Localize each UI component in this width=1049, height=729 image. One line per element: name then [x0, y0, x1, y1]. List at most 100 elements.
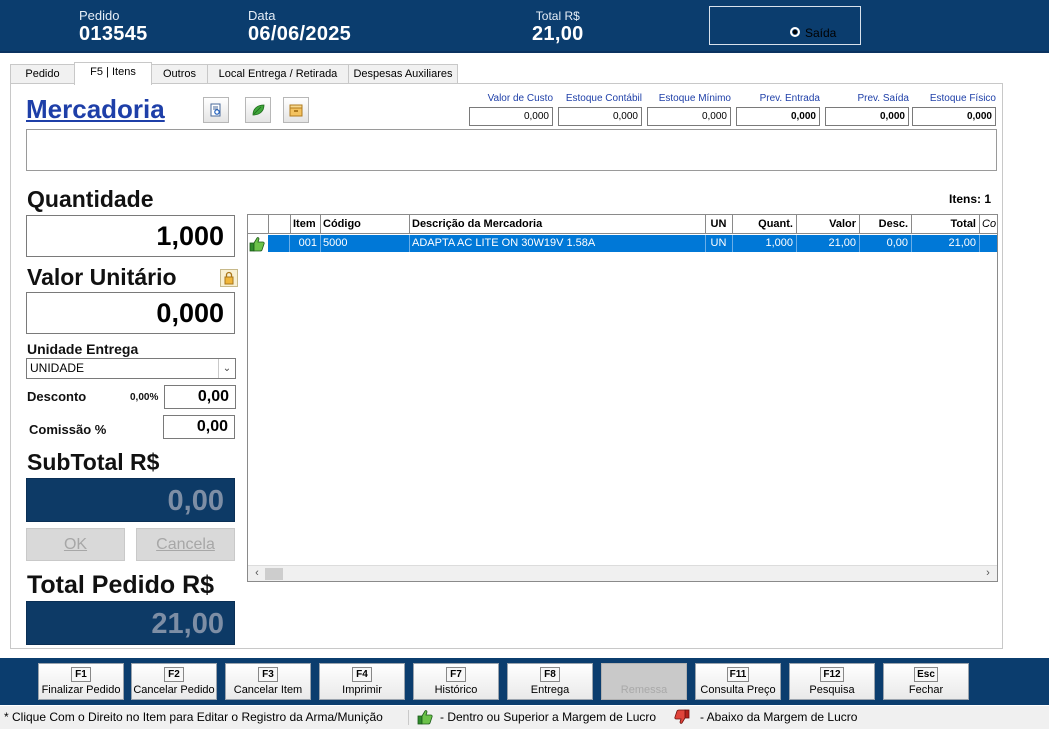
fechar-label: Fechar — [908, 684, 944, 696]
cell-total[interactable]: 21,00 — [911, 235, 980, 252]
data-value: 06/06/2025 — [248, 23, 352, 45]
estoque-fisico-value: 0,000 — [912, 107, 996, 126]
order-header: Pedido 013545 Data 06/06/2025 Total R$ 2… — [0, 0, 1049, 53]
table-row[interactable]: 001 5000 ADAPTA AC LITE ON 30W19V 1.58A … — [268, 235, 997, 252]
total-block: Total R$ 21,00 — [532, 9, 584, 45]
estoque-minimo-label: Estoque Mínimo — [658, 93, 731, 104]
finalizar-pedido-button[interactable]: F1 Finalizar Pedido — [38, 663, 124, 700]
prev-saida-value: 0,000 — [825, 107, 909, 126]
cell-valor[interactable]: 21,00 — [796, 235, 860, 252]
pedido-label: Pedido — [79, 8, 120, 23]
cancelar-item-button[interactable]: F3 Cancelar Item — [225, 663, 311, 700]
key-f11: F11 — [726, 667, 750, 682]
legend-below-margin: - Abaixo da Margem de Lucro — [700, 710, 858, 724]
prev-entrada-value: 0,000 — [736, 107, 820, 126]
col-descricao[interactable]: Descrição da Mercadoria — [409, 215, 706, 234]
items-panel: Mercadoria Valor de Custo 0,000 Estoque … — [10, 83, 1003, 649]
col-desc[interactable]: Desc. — [859, 215, 912, 234]
tab-pedido[interactable]: Pedido — [10, 64, 75, 84]
key-esc: Esc — [914, 667, 938, 682]
col-codigo[interactable]: Código — [320, 215, 410, 234]
fechar-button[interactable]: Esc Fechar — [883, 663, 969, 700]
chevron-left-icon[interactable]: ‹ — [250, 566, 264, 581]
estoque-minimo-group: Estoque Mínimo — [647, 93, 731, 104]
cell-co[interactable] — [979, 235, 997, 252]
lock-icon[interactable] — [220, 269, 238, 287]
col-co[interactable]: Co — [979, 215, 997, 234]
quantidade-input[interactable]: 1,000 — [26, 215, 235, 257]
consulta-preco-button[interactable]: F11 Consulta Preço — [695, 663, 781, 700]
unidade-entrega-label: Unidade Entrega — [27, 341, 139, 357]
imprimir-label: Imprimir — [342, 684, 382, 696]
cell-item[interactable]: 001 — [290, 235, 321, 252]
data-label: Data — [248, 8, 276, 23]
remessa-button[interactable]: Remessa — [601, 663, 687, 700]
saida-radio[interactable] — [790, 27, 800, 37]
pesquisa-button[interactable]: F12 Pesquisa — [789, 663, 875, 700]
entrega-button[interactable]: F8 Entrega — [507, 663, 593, 700]
cancela-button[interactable]: Cancela — [136, 528, 235, 561]
desconto-input[interactable]: 0,00 — [164, 385, 236, 409]
historico-button[interactable]: F7 Histórico — [413, 663, 499, 700]
cell-desc[interactable]: 0,00 — [859, 235, 912, 252]
pesquisa-label: Pesquisa — [809, 684, 855, 696]
data-block: Data 06/06/2025 — [248, 8, 352, 46]
horizontal-scrollbar[interactable]: ‹ › — [248, 565, 997, 581]
status-bar: * Clique Com o Direito no Item para Edit… — [0, 706, 1049, 729]
col-total[interactable]: Total — [911, 215, 980, 234]
total-pedido-value: 21,00 — [26, 601, 235, 645]
document-search-icon — [210, 103, 221, 117]
historico-label: Histórico — [434, 684, 478, 696]
valor-unitario-input[interactable]: 0,000 — [26, 292, 235, 334]
prev-entrada-label: Prev. Entrada — [759, 93, 820, 104]
col-item[interactable]: Item — [290, 215, 321, 234]
leaf-button[interactable] — [245, 97, 271, 123]
subtotal-label: SubTotal R$ — [27, 449, 160, 475]
finalizar-pedido-label: Finalizar Pedido — [41, 684, 121, 696]
grid-header: Item Código Descrição da Mercadoria UN Q… — [248, 215, 997, 234]
col-un[interactable]: UN — [705, 215, 733, 234]
function-key-bar: F1 Finalizar Pedido F2 Cancelar Pedido F… — [0, 658, 1049, 705]
saida-radio-group: Saída — [709, 6, 861, 45]
col-valor[interactable]: Valor — [796, 215, 860, 234]
estoque-contabil-label: Estoque Contábil — [565, 93, 642, 104]
tab-outros[interactable]: Outros — [151, 64, 208, 84]
subtotal-value: 0,00 — [26, 478, 235, 522]
prev-saida-label: Prev. Saída — [857, 93, 909, 104]
cancelar-item-label: Cancelar Item — [233, 684, 303, 696]
scroll-thumb[interactable] — [265, 568, 283, 580]
items-grid: Item Código Descrição da Mercadoria UN Q… — [247, 214, 998, 582]
key-f8: F8 — [540, 667, 560, 682]
comissao-input[interactable]: 0,00 — [163, 415, 235, 439]
tab-despesas-auxiliares[interactable]: Despesas Auxiliares — [348, 64, 458, 84]
chevron-right-icon[interactable]: › — [981, 566, 995, 581]
chevron-down-icon[interactable]: ⌄ — [218, 359, 235, 378]
status-hint: * Clique Com o Direito no Item para Edit… — [4, 710, 383, 724]
mercadoria-link[interactable]: Mercadoria — [26, 94, 165, 125]
search-product-button[interactable] — [203, 97, 229, 123]
tab-itens[interactable]: F5 | Itens — [74, 62, 152, 85]
tab-local-entrega[interactable]: Local Entrega / Retirada — [207, 64, 349, 84]
status-divider — [408, 710, 409, 725]
box-button[interactable] — [283, 97, 309, 123]
pedido-block: Pedido 013545 — [79, 8, 148, 46]
cell-un[interactable]: UN — [705, 235, 733, 252]
cell-descricao[interactable]: ADAPTA AC LITE ON 30W19V 1.58A — [409, 235, 706, 252]
box-icon — [289, 104, 303, 117]
estoque-contabil-group: Estoque Contábil — [558, 93, 642, 104]
thumbs-up-icon — [249, 237, 265, 252]
cell-quant[interactable]: 1,000 — [732, 235, 797, 252]
unidade-entrega-select[interactable]: UNIDADE ⌄ — [26, 358, 236, 379]
saida-label[interactable]: Saída — [805, 26, 836, 40]
row-selector-cell — [268, 235, 290, 252]
mercadoria-description-box[interactable] — [26, 129, 997, 171]
key-f1: F1 — [71, 667, 91, 682]
cell-codigo[interactable]: 5000 — [320, 235, 410, 252]
cancelar-pedido-label: Cancelar Pedido — [133, 684, 215, 696]
thumbs-down-icon — [674, 709, 690, 724]
ok-button[interactable]: OK — [26, 528, 125, 561]
consulta-preco-label: Consulta Preço — [700, 684, 776, 696]
col-quant[interactable]: Quant. — [732, 215, 797, 234]
imprimir-button[interactable]: F4 Imprimir — [319, 663, 405, 700]
cancelar-pedido-button[interactable]: F2 Cancelar Pedido — [131, 663, 217, 700]
